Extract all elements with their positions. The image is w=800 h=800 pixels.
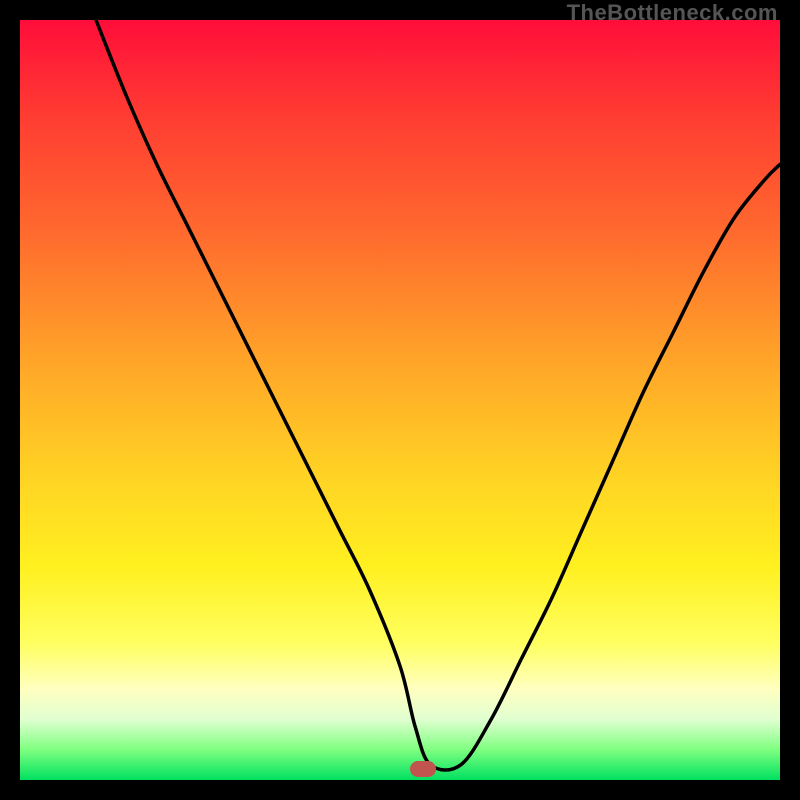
optimal-point-marker xyxy=(410,761,436,777)
chart-frame: TheBottleneck.com xyxy=(0,0,800,800)
bottleneck-curve xyxy=(20,20,780,780)
plot-area xyxy=(20,20,780,780)
